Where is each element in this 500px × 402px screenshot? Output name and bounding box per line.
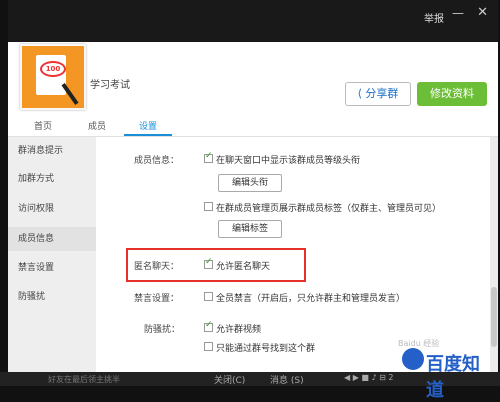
score-stamp: 100 xyxy=(40,61,66,77)
find-by-number-checkbox[interactable] xyxy=(204,342,213,351)
minimize-icon[interactable]: — xyxy=(452,6,464,20)
sidebar-item-mute[interactable]: 禁言设置 xyxy=(8,256,96,280)
anti-harass-label: 防骚扰： xyxy=(144,325,181,335)
scrollbar-thumb[interactable] xyxy=(491,287,497,347)
show-level-checkbox[interactable] xyxy=(204,151,213,163)
group-name: 学习考试 xyxy=(90,80,130,91)
member-info-label: 成员信息： xyxy=(134,156,180,166)
tab-settings[interactable]: 设置 xyxy=(139,119,157,132)
close-chat-button[interactable]: 关闭(C) xyxy=(214,373,245,386)
exam-paper-icon: 100 xyxy=(36,55,66,95)
watermark-text: 百度知道 xyxy=(426,354,480,401)
group-video-option: 允许群视频 xyxy=(216,325,262,335)
title-bar: 举报 — ✕ xyxy=(8,0,498,42)
edit-profile-button[interactable]: 修改资料 xyxy=(417,82,487,106)
close-icon[interactable]: ✕ xyxy=(477,5,488,20)
tab-members[interactable]: 成员 xyxy=(88,119,106,132)
anonymous-chat-checkbox[interactable] xyxy=(204,257,213,269)
edit-tags-button[interactable]: 编辑标签 xyxy=(218,220,282,238)
report-link[interactable]: 举报 xyxy=(424,10,444,25)
group-avatar[interactable]: 100 xyxy=(20,44,86,110)
group-video-checkbox[interactable] xyxy=(204,320,213,332)
sidebar-item-member-info[interactable]: 成员信息 xyxy=(8,227,96,251)
share-group-button[interactable]: ⟨ 分享群 xyxy=(345,82,411,106)
anonymous-chat-label: 匿名聊天： xyxy=(134,262,180,272)
share-group-label: 分享群 xyxy=(365,87,399,100)
mute-setting-label: 禁言设置： xyxy=(134,294,180,304)
sidebar-item-message-notify[interactable]: 群消息提示 xyxy=(8,139,96,163)
find-by-number-option: 只能通过群号找到这个群 xyxy=(216,344,316,354)
show-level-option: 在聊天窗口中显示该群成员等级头衔 xyxy=(216,156,361,166)
sidebar-item-access[interactable]: 访问权限 xyxy=(8,197,96,221)
send-message-button[interactable]: 消息 (S) xyxy=(270,373,304,386)
baidu-paw-icon xyxy=(402,348,424,370)
active-tab-indicator xyxy=(124,134,172,136)
show-tags-checkbox[interactable] xyxy=(204,202,213,211)
footer-toolbar[interactable]: ◀ ▶ ■ ♪ ⊟ 2 xyxy=(344,373,393,382)
group-settings-window: 举报 — ✕ 100 学习考试 ⟨ 分享群 修改资料 首页 成员 设置 群消息提… xyxy=(8,0,498,386)
edit-title-button[interactable]: 编辑头衔 xyxy=(218,174,282,192)
sidebar-item-join-method[interactable]: 加群方式 xyxy=(8,167,96,191)
tab-bar: 首页 成员 设置 xyxy=(8,114,498,137)
mute-all-checkbox[interactable] xyxy=(204,292,213,301)
baidu-watermark: Baidu 经验 百度知道 xyxy=(398,339,494,401)
show-tags-option: 在群成员管理页展示群成员标签（仅群主、管理员可见） xyxy=(216,204,442,214)
settings-sidebar: 群消息提示 加群方式 访问权限 成员信息 禁言设置 防骚扰 xyxy=(8,137,96,386)
tab-home[interactable]: 首页 xyxy=(34,119,52,132)
watermark-subtext: Baidu 经验 xyxy=(398,339,440,348)
sidebar-item-anti-harass[interactable]: 防骚扰 xyxy=(8,285,96,309)
anonymous-chat-option: 允许匿名聊天 xyxy=(216,262,271,272)
footer-hint: 好友在最后领主挑半 xyxy=(48,375,120,384)
mute-all-option: 全员禁言（开启后，只允许群主和管理员发言） xyxy=(216,294,406,304)
